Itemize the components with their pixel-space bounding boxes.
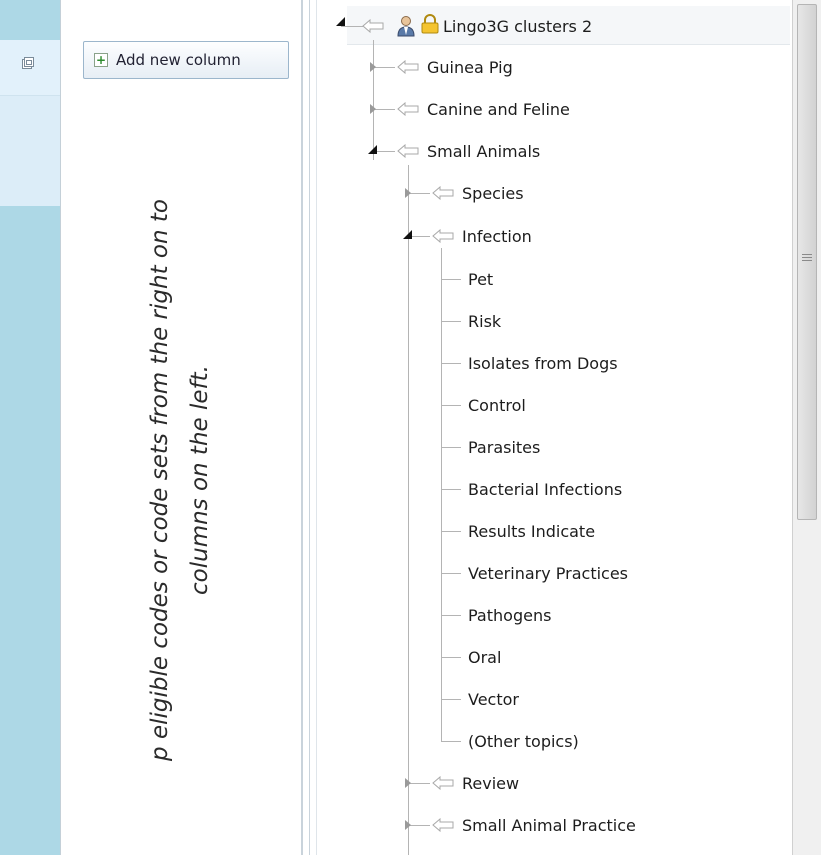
tree-line bbox=[441, 279, 461, 280]
arrow-left-icon bbox=[397, 102, 419, 116]
expand-toggle-icon[interactable] bbox=[405, 820, 411, 830]
tree-node-label: Control bbox=[468, 395, 526, 415]
expand-toggle-icon[interactable] bbox=[405, 188, 411, 198]
pane-splitter[interactable] bbox=[301, 0, 303, 855]
tree-node-label: Isolates from Dogs bbox=[468, 353, 618, 373]
tree-leaf-veterinary-practices[interactable]: Veterinary Practices bbox=[462, 560, 628, 586]
tree-line bbox=[408, 165, 409, 855]
tree-leaf-pathogens[interactable]: Pathogens bbox=[462, 602, 551, 628]
tree-node-review[interactable]: Review bbox=[462, 770, 519, 796]
tree-node-label: Small Animals bbox=[427, 141, 541, 161]
tree-line bbox=[408, 193, 430, 194]
tree-line bbox=[373, 40, 374, 160]
tree-line bbox=[373, 109, 395, 110]
column-options-icon[interactable] bbox=[22, 57, 34, 69]
tree-leaf-vector[interactable]: Vector bbox=[462, 686, 519, 712]
tree-leaf-oral[interactable]: Oral bbox=[462, 644, 501, 670]
lock-icon bbox=[421, 14, 439, 34]
pane-splitter-line bbox=[316, 0, 317, 855]
tree-node-label: Guinea Pig bbox=[427, 57, 513, 77]
tree-node-label: Risk bbox=[468, 311, 502, 331]
expand-toggle-icon[interactable] bbox=[370, 62, 376, 72]
instruction-line-1: p eligible codes or code sets from the r… bbox=[147, 199, 173, 761]
tree-node-infection[interactable]: Infection bbox=[462, 223, 532, 249]
tree-node-label: Review bbox=[462, 773, 520, 793]
tree-leaf-isolates-from-dogs[interactable]: Isolates from Dogs bbox=[462, 350, 618, 376]
tree-node-root[interactable]: Lingo3G clusters 2 bbox=[443, 13, 592, 39]
tree-node-species[interactable]: Species bbox=[462, 180, 524, 206]
tree-node-label: Parasites bbox=[468, 437, 541, 457]
arrow-left-icon bbox=[432, 229, 454, 243]
tree-line bbox=[441, 405, 461, 406]
tree-node-guinea-pig[interactable]: Guinea Pig bbox=[427, 54, 513, 80]
tree-node-label: Small Animal Practice bbox=[462, 815, 636, 835]
tree-leaf-results-indicate[interactable]: Results Indicate bbox=[462, 518, 595, 544]
tree-line bbox=[441, 699, 461, 700]
tree-node-label: Lingo3G clusters 2 bbox=[443, 16, 593, 36]
tree-line bbox=[408, 825, 430, 826]
tree-node-label: Oral bbox=[468, 647, 502, 667]
tree-leaf-other-topics[interactable]: (Other topics) bbox=[462, 728, 579, 754]
tree-line bbox=[441, 321, 461, 322]
tree-node-label: Results Indicate bbox=[468, 521, 596, 541]
tree-node-label: Vector bbox=[468, 689, 519, 709]
plus-icon: + bbox=[94, 53, 108, 67]
tree-node-canine-and-feline[interactable]: Canine and Feline bbox=[427, 96, 570, 122]
tree-node-label: Veterinary Practices bbox=[468, 563, 629, 583]
tree-line bbox=[441, 573, 461, 574]
arrow-left-icon bbox=[432, 186, 454, 200]
columns-panel[interactable] bbox=[0, 0, 60, 855]
collapse-toggle-icon[interactable] bbox=[336, 17, 345, 26]
tree-node-label: Species bbox=[462, 183, 524, 203]
arrow-left-icon bbox=[432, 818, 454, 832]
tree-leaf-risk[interactable]: Risk bbox=[462, 308, 501, 334]
collapse-toggle-icon[interactable] bbox=[403, 230, 412, 239]
person-icon bbox=[397, 16, 415, 37]
tree-line bbox=[441, 447, 461, 448]
tree-node-small-animal-practice[interactable]: Small Animal Practice bbox=[462, 812, 636, 838]
arrow-left-icon bbox=[362, 19, 384, 33]
tree-node-label: Pathogens bbox=[468, 605, 552, 625]
tree-node-label: Canine and Feline bbox=[427, 99, 570, 119]
arrow-left-icon bbox=[397, 60, 419, 74]
instruction-line-2: columns on the left. bbox=[187, 365, 213, 595]
tree-line bbox=[341, 26, 363, 27]
panel-divider bbox=[60, 0, 61, 855]
tree-line bbox=[408, 783, 430, 784]
tree-leaf-parasites[interactable]: Parasites bbox=[462, 434, 540, 460]
tree-node-label: (Other topics) bbox=[468, 731, 579, 751]
add-new-column-button[interactable]: + Add new column bbox=[83, 41, 289, 79]
tree-leaf-control[interactable]: Control bbox=[462, 392, 526, 418]
tree-line bbox=[441, 248, 442, 742]
tree-leaf-bacterial-infections[interactable]: Bacterial Infections bbox=[462, 476, 622, 502]
expand-toggle-icon[interactable] bbox=[370, 104, 376, 114]
tree-node-label: Pet bbox=[468, 269, 494, 289]
tree-line bbox=[441, 741, 461, 742]
column-row bbox=[0, 96, 60, 206]
tree-line bbox=[441, 489, 461, 490]
arrow-left-icon bbox=[397, 144, 419, 158]
pane-splitter-line bbox=[309, 0, 310, 855]
tree-node-label: Bacterial Infections bbox=[468, 479, 623, 499]
expand-toggle-icon[interactable] bbox=[405, 778, 411, 788]
arrow-left-icon bbox=[432, 776, 454, 790]
tree-line bbox=[441, 615, 461, 616]
tree-line bbox=[441, 363, 461, 364]
collapse-toggle-icon[interactable] bbox=[368, 145, 377, 154]
drag-instruction-text: p eligible codes or code sets from the r… bbox=[140, 110, 220, 850]
tree-node-small-animals[interactable]: Small Animals bbox=[427, 138, 540, 164]
tree-node-label: Infection bbox=[462, 226, 532, 246]
tree-line bbox=[441, 531, 461, 532]
tree-line bbox=[373, 67, 395, 68]
add-new-column-label: Add new column bbox=[116, 51, 241, 69]
scrollbar-grip-icon bbox=[802, 254, 812, 262]
tree-leaf-pet[interactable]: Pet bbox=[462, 266, 493, 292]
tree-line bbox=[441, 657, 461, 658]
window-edge bbox=[821, 0, 830, 855]
scrollbar-thumb[interactable] bbox=[797, 4, 817, 520]
